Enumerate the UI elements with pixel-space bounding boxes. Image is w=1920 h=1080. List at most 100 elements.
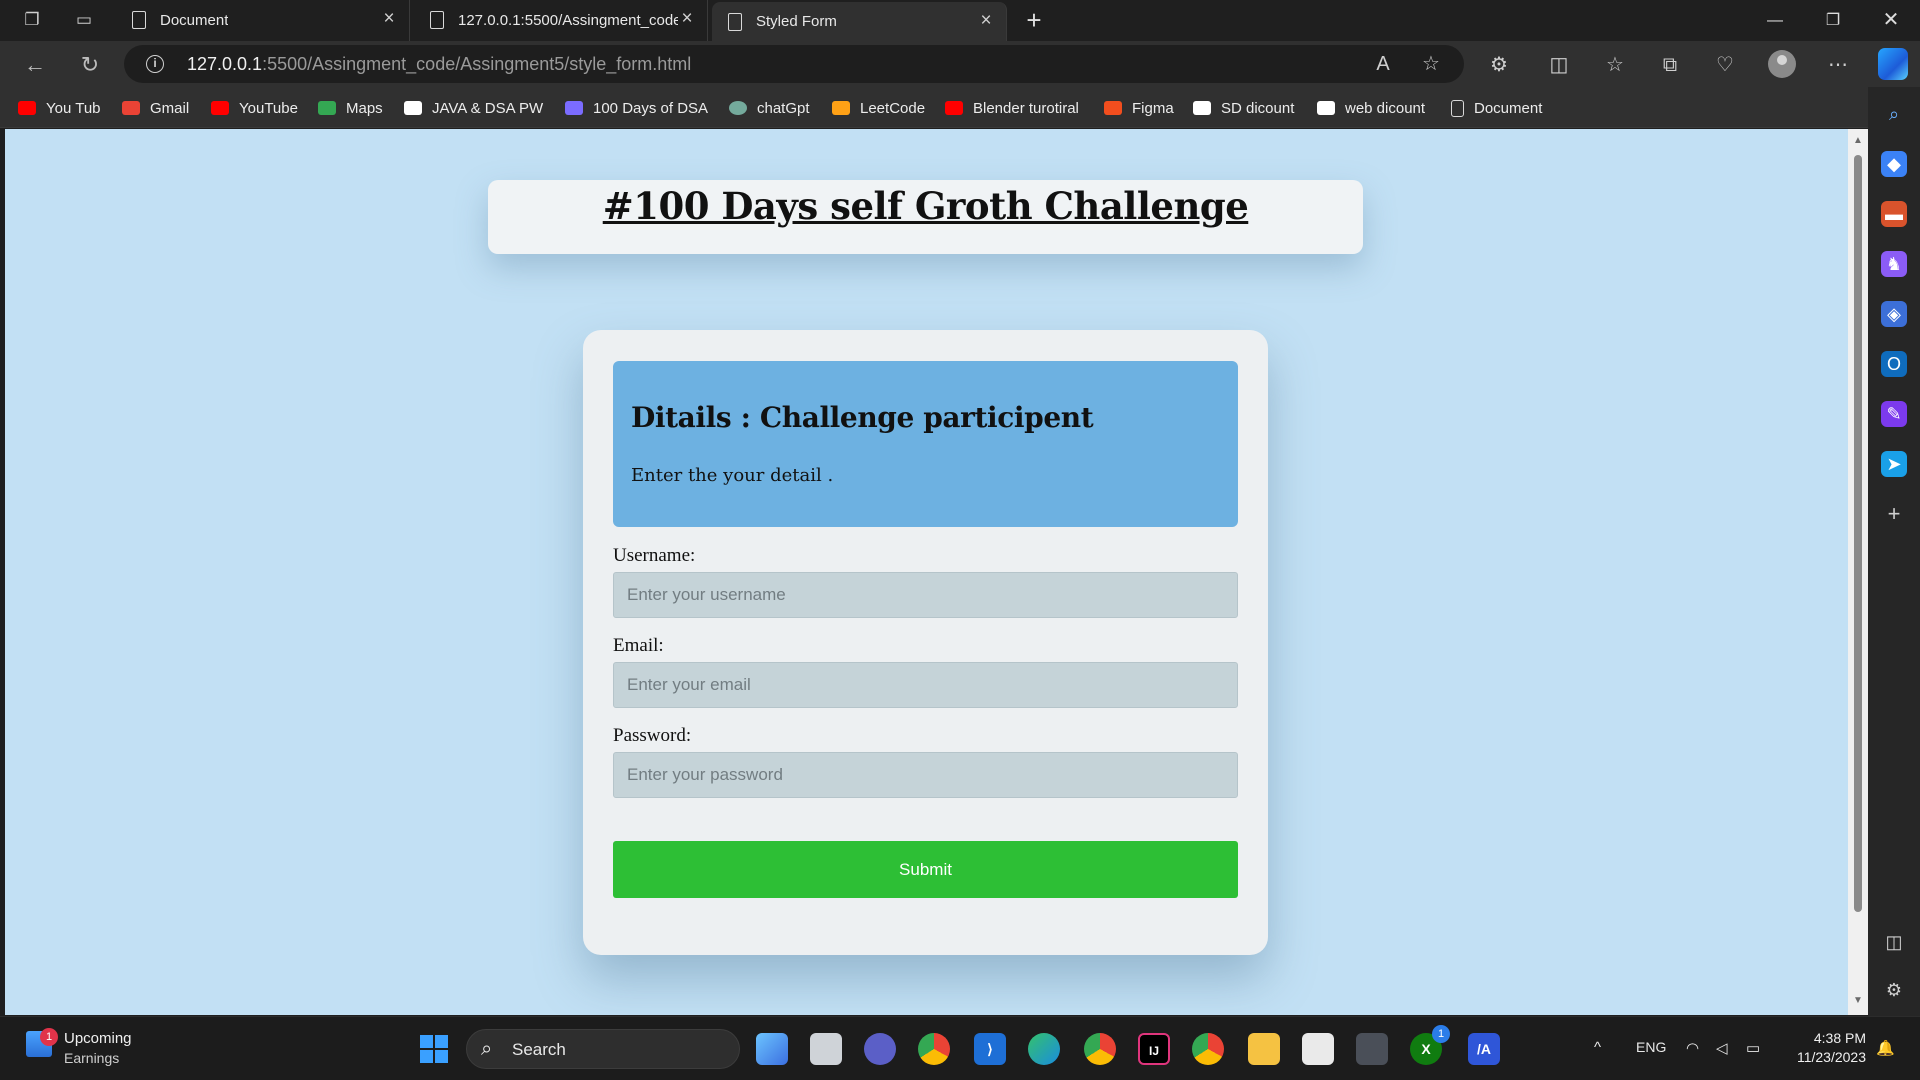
bookmark-java-dsa[interactable]: JAVA & DSA PW (404, 97, 543, 119)
scroll-down-arrow-icon[interactable]: ▼ (1852, 995, 1864, 1007)
bookmark-label: YouTube (239, 99, 298, 117)
favorite-star-icon[interactable]: ☆ (1416, 49, 1446, 79)
copilot-app-icon[interactable] (756, 1033, 788, 1065)
search-icon[interactable]: ⌕ (1881, 101, 1907, 127)
chrome-profile-icon[interactable] (918, 1033, 950, 1065)
bookmark-maps[interactable]: Maps (318, 97, 383, 119)
tab-document[interactable]: Document × (116, 0, 410, 41)
teams-chat-icon[interactable] (864, 1033, 896, 1065)
clock-time: 4:38 PM (1813, 1030, 1866, 1046)
site-info-icon[interactable]: i (146, 55, 164, 73)
new-tab-button[interactable]: + (1020, 6, 1048, 34)
tools-icon[interactable]: ▬ (1881, 201, 1907, 227)
collections-icon[interactable]: ⧉ (1655, 50, 1685, 80)
app-icon[interactable]: /A (1468, 1033, 1500, 1065)
url-path: :5500/Assingment_code/Assingment5/style_… (262, 54, 692, 74)
clock[interactable]: 4:38 PM 11/23/2023 (1786, 1029, 1866, 1067)
widget-title[interactable]: Upcoming (64, 1030, 132, 1047)
bookmark-label: JAVA & DSA PW (432, 99, 544, 117)
bookmark-chatgpt[interactable]: chatGpt (729, 97, 810, 119)
refresh-button[interactable]: ↻ (75, 50, 105, 80)
bookmark-document[interactable]: Document (1451, 97, 1542, 119)
pw-icon (404, 101, 422, 115)
drop-icon[interactable]: ➤ (1881, 451, 1907, 477)
close-icon[interactable]: × (976, 11, 996, 31)
shopping-icon[interactable]: ◆ (1881, 151, 1907, 177)
tab-styled-form[interactable]: Styled Form × (712, 2, 1007, 41)
games-icon[interactable]: ♞ (1881, 251, 1907, 277)
sidebar-toggle-icon[interactable]: ◫ (1881, 929, 1907, 955)
xbox-badge: 1 (1432, 1025, 1450, 1043)
bookmark-gmail[interactable]: Gmail (122, 97, 189, 119)
copilot-sidebar-icon[interactable]: ◈ (1881, 301, 1907, 327)
bookmark-web-dicount[interactable]: web dicount (1317, 97, 1425, 119)
bookmark-label: web dicount (1345, 99, 1426, 117)
chrome-icon[interactable] (1192, 1033, 1224, 1065)
copilot-icon[interactable] (1878, 48, 1908, 80)
bookmark-100-days-dsa[interactable]: 100 Days of DSA (565, 97, 708, 119)
minimize-button[interactable]: — (1746, 0, 1804, 41)
widget-subtitle[interactable]: Earnings (64, 1050, 119, 1066)
username-input[interactable] (613, 572, 1238, 618)
bookmark-label: Gmail (150, 99, 190, 117)
restore-button[interactable]: ❐ (1804, 0, 1862, 41)
back-button[interactable]: ← (20, 50, 50, 80)
settings-gear-icon[interactable]: ⚙ (1881, 977, 1907, 1003)
bookmark-label: 100 Days of DSA (593, 99, 709, 117)
designer-icon[interactable]: ✎ (1881, 401, 1907, 427)
close-window-button[interactable]: ✕ (1862, 0, 1920, 41)
tab-localhost[interactable]: 127.0.0.1:5500/Assingment_code × (414, 0, 708, 41)
taskbar: 1 Upcoming Earnings ⌕ Search ⟩ IJ X 1 /A… (0, 1016, 1920, 1080)
unity-icon[interactable] (1356, 1033, 1388, 1065)
bookmark-label: chatGpt (757, 99, 810, 117)
tab-actions-icon[interactable]: ▭ (72, 8, 96, 32)
tab-bar: ❐ ▭ Document × 127.0.0.1:5500/Assingment… (0, 0, 1920, 41)
username-label: Username: (613, 545, 696, 566)
submit-button[interactable]: Submit (613, 841, 1238, 898)
favorites-icon[interactable]: ☆ (1600, 50, 1630, 80)
bookmark-you-tub[interactable]: You Tub (18, 97, 101, 119)
start-button[interactable] (420, 1035, 448, 1063)
language-indicator[interactable]: ENG (1636, 1039, 1666, 1055)
more-options-icon[interactable]: ⋯ (1823, 50, 1853, 80)
outlook-icon[interactable]: O (1881, 351, 1907, 377)
bookmark-blender[interactable]: Blender turotiral (945, 97, 1079, 119)
bookmark-youtube[interactable]: YouTube (211, 97, 298, 119)
url-text[interactable]: 127.0.0.1:5500/Assingment_code/Assingmen… (187, 54, 691, 75)
scroll-thumb[interactable] (1854, 155, 1862, 912)
wifi-icon[interactable]: ◠ (1686, 1039, 1699, 1057)
add-icon[interactable]: + (1881, 501, 1907, 527)
edge-icon[interactable] (1028, 1033, 1060, 1065)
tray-chevron-icon[interactable]: ^ (1594, 1039, 1601, 1056)
vscode-icon[interactable]: ⟩ (974, 1033, 1006, 1065)
workspaces-icon[interactable]: ❐ (20, 8, 44, 32)
notification-bell-icon[interactable]: 🔔 (1876, 1039, 1895, 1057)
volume-icon[interactable]: ◁ (1716, 1039, 1728, 1057)
page-scrollbar[interactable]: ▲ ▼ (1848, 129, 1868, 1015)
bookmark-leetcode[interactable]: LeetCode (832, 97, 925, 119)
address-bar[interactable]: i 127.0.0.1:5500/Assingment_code/Assingm… (124, 45, 1464, 83)
scroll-up-arrow-icon[interactable]: ▲ (1852, 135, 1864, 147)
intellij-icon[interactable]: IJ (1138, 1033, 1170, 1065)
document-icon (430, 11, 444, 29)
bookmark-sd-dicount[interactable]: SD dicount (1193, 97, 1294, 119)
close-icon[interactable]: × (379, 9, 399, 29)
password-input[interactable] (613, 752, 1238, 798)
url-host: 127.0.0.1 (187, 54, 263, 74)
bookmark-label: LeetCode (860, 99, 926, 117)
browser-window: ❐ ▭ Document × 127.0.0.1:5500/Assingment… (0, 0, 1920, 1080)
battery-icon[interactable]: ▭ (1746, 1039, 1760, 1057)
performance-icon[interactable]: ♡ (1710, 50, 1740, 80)
profile-avatar[interactable] (1768, 50, 1796, 78)
ms-store-icon[interactable] (1302, 1033, 1334, 1065)
task-view-icon[interactable] (810, 1033, 842, 1065)
bookmark-figma[interactable]: Figma (1104, 97, 1174, 119)
chrome-alt-icon[interactable] (1084, 1033, 1116, 1065)
split-screen-icon[interactable]: ◫ (1544, 50, 1574, 80)
close-icon[interactable]: × (677, 9, 697, 29)
extensions-icon[interactable]: ⚙ (1484, 50, 1514, 80)
read-aloud-icon[interactable]: A (1368, 49, 1398, 79)
email-input[interactable] (613, 662, 1238, 708)
file-explorer-icon[interactable] (1248, 1033, 1280, 1065)
taskbar-search[interactable]: ⌕ Search (466, 1029, 740, 1069)
